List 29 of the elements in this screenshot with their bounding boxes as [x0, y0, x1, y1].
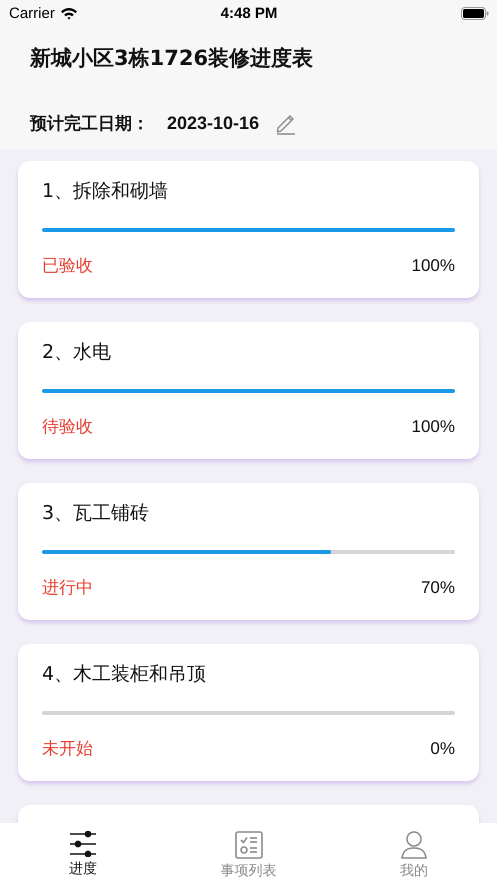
date-label: 预计完工日期： [30, 112, 149, 134]
progress-percent: 100% [412, 256, 455, 276]
battery-icon [460, 6, 489, 20]
sliders-icon [68, 831, 97, 857]
stage-card[interactable]: 3、瓦工铺砖 进行中 70% [18, 483, 479, 620]
stage-status: 未开始 [42, 738, 93, 760]
stage-card[interactable]: 4、木工装柜和吊顶 未开始 0% [18, 644, 479, 781]
progress-percent: 70% [420, 578, 455, 598]
carrier-label: Carrier [9, 4, 55, 22]
stage-status: 进行中 [42, 577, 93, 599]
stage-title: 1、拆除和砌墙 [42, 179, 170, 204]
stage-card[interactable]: 2、水电 待验收 100% [18, 322, 479, 459]
clock-time: 4:48 PM [220, 4, 278, 22]
tab-item[interactable]: 我的 [331, 823, 497, 883]
tab-item[interactable]: 进度 [0, 823, 166, 883]
page-title: 新城小区3栋1726装修进度表 [30, 45, 314, 72]
stage-status: 待验收 [42, 416, 93, 438]
date-value: 2023-10-16 [167, 112, 260, 134]
checklist-icon [234, 831, 262, 859]
stage-title: 2、水电 [42, 340, 112, 365]
progress-percent: 0% [430, 738, 455, 758]
stage-status: 已验收 [42, 255, 93, 277]
stage-title: 3、瓦工铺砖 [42, 501, 150, 526]
stage-title: 4、木工装柜和吊顶 [42, 662, 208, 687]
stage-card[interactable]: 1、拆除和砌墙 已验收 100% [18, 161, 479, 298]
wifi-icon [60, 6, 78, 20]
person-icon [401, 831, 428, 859]
tab-item[interactable]: 事项列表 [166, 823, 332, 883]
progress-percent: 100% [412, 416, 455, 436]
